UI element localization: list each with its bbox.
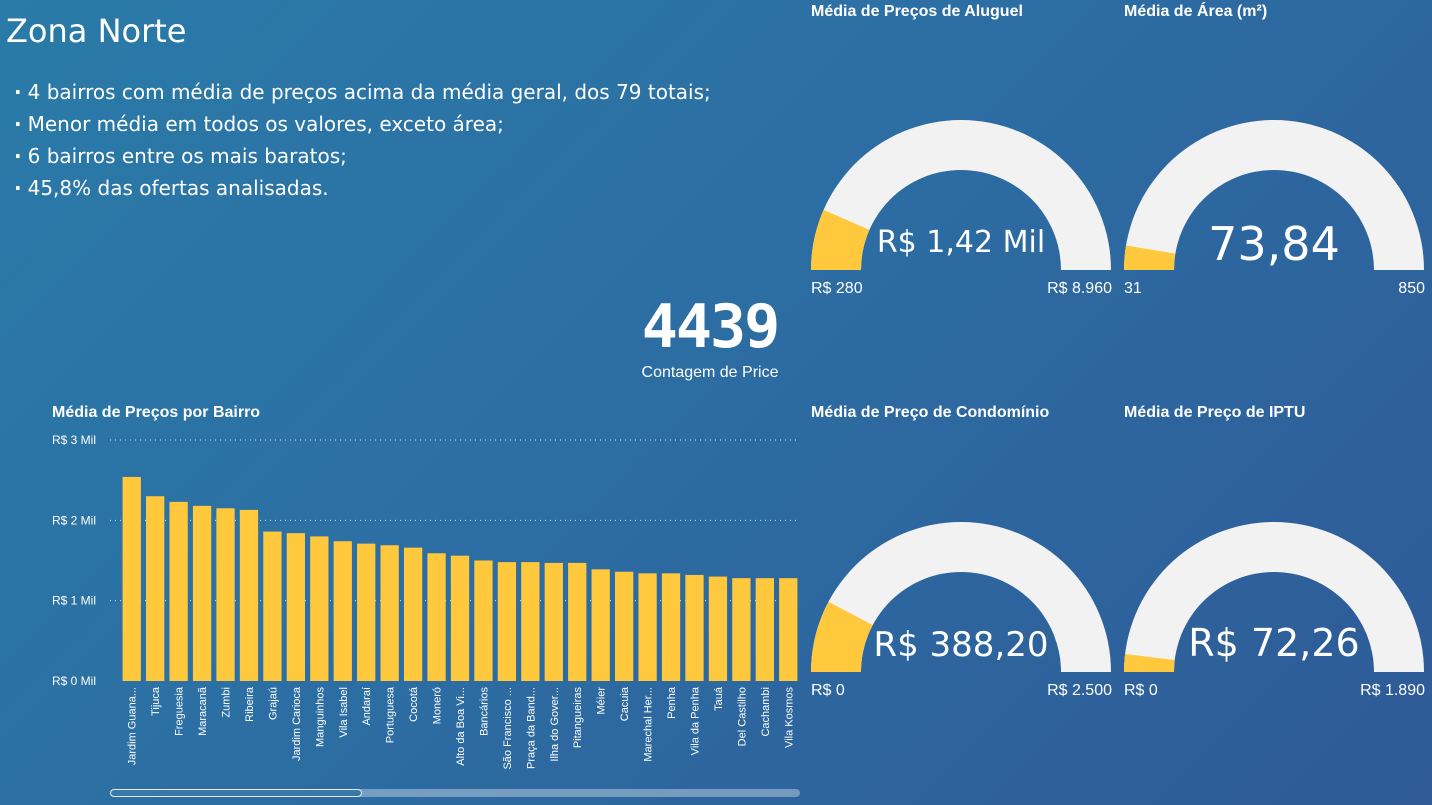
horizontal-scrollbar[interactable] <box>110 789 800 797</box>
x-tick-label: Tijuca <box>150 686 162 716</box>
gauge-max-label: R$ 2.500 <box>1047 682 1112 699</box>
y-tick-label: R$ 2 Mil <box>52 513 96 527</box>
bar[interactable] <box>755 578 774 681</box>
gauge-value: R$ 72,26 <box>1188 621 1359 665</box>
bar[interactable] <box>192 505 212 681</box>
x-tick-label: Grajaú <box>267 687 279 720</box>
x-tick-label: Cocotá <box>408 686 420 722</box>
x-tick-label: Zumbi <box>221 687 233 718</box>
x-tick-label: Moneró <box>432 687 444 724</box>
x-tick-label: Jardim Carioca <box>291 686 303 761</box>
gauge-min-label: R$ 280 <box>811 280 863 297</box>
gauge-value: R$ 388,20 <box>873 625 1048 665</box>
bar[interactable] <box>122 476 141 681</box>
x-tick-label: Del Castilho <box>736 687 748 746</box>
bar[interactable] <box>450 555 470 681</box>
x-tick-label: São Francisco ... <box>502 687 514 770</box>
x-tick-label: Méier <box>596 687 608 715</box>
x-tick-label: Ilha do Gover... <box>549 687 561 762</box>
bar[interactable] <box>427 553 446 681</box>
bar[interactable] <box>661 573 681 681</box>
bar[interactable] <box>310 536 329 681</box>
gauge-value: R$ 1,42 Mil <box>877 225 1045 260</box>
bar[interactable] <box>521 562 540 681</box>
bar[interactable] <box>638 573 657 681</box>
gauge-value: 73,84 <box>1208 217 1340 271</box>
x-tick-label: Vila da Penha <box>689 686 701 755</box>
bar[interactable] <box>216 508 235 681</box>
gauge-fill <box>811 601 873 672</box>
x-tick-label: Andaraí <box>361 687 373 726</box>
bar[interactable] <box>403 547 423 681</box>
gauge-track <box>811 120 1111 270</box>
scrollbar-thumb[interactable] <box>110 789 362 797</box>
x-tick-label: Bancários <box>478 687 490 736</box>
bar-chart[interactable]: R$ 0 Mil R$ 1 Mil R$ 2 Mil R$ 3 Mil Jardim G… <box>0 0 810 800</box>
gauge-max-label: 850 <box>1398 280 1425 297</box>
bar[interactable] <box>544 562 563 681</box>
bar[interactable] <box>614 571 634 681</box>
bar[interactable] <box>708 576 728 681</box>
x-tick-label: Cacuia <box>619 686 631 721</box>
gauge-track <box>1124 522 1424 672</box>
x-tick-label: Maracanã <box>197 686 209 736</box>
bar[interactable] <box>474 560 493 682</box>
x-tick-label: Ribeira <box>244 686 256 722</box>
bar[interactable] <box>685 574 704 681</box>
gauge-fill <box>1124 654 1175 672</box>
gauge-rent-title: Média de Preços de Aluguel <box>811 3 1023 20</box>
x-tick-label: Alto da Boa Vi... <box>455 687 467 766</box>
y-tick-label: R$ 3 Mil <box>52 433 96 447</box>
gauge-min-label: R$ 0 <box>811 682 845 699</box>
bar[interactable] <box>286 533 306 681</box>
x-tick-label: Jardim Guana... <box>127 687 139 765</box>
gauge-fill <box>1124 245 1176 270</box>
gauge-min-label: 31 <box>1124 280 1142 297</box>
bar[interactable] <box>239 509 259 681</box>
bar[interactable] <box>380 545 399 681</box>
gauge-iptu-title: Média de Preço de IPTU <box>1124 404 1306 421</box>
x-tick-label: Tauá <box>713 686 725 711</box>
bar[interactable] <box>732 578 751 681</box>
bar[interactable] <box>263 531 282 681</box>
gauge-condo-title: Média de Preço de Condomínio <box>811 404 1050 421</box>
bar[interactable] <box>591 569 610 681</box>
gauge-max-label: R$ 1.890 <box>1360 682 1425 699</box>
x-tick-label: Vila Isabel <box>338 687 350 738</box>
x-tick-label: Penha <box>666 686 678 719</box>
x-tick-label: Cachambi <box>760 687 772 737</box>
x-tick-label: Pitangueiras <box>572 687 584 749</box>
bar[interactable] <box>779 578 798 681</box>
x-tick-label: Marechal Her... <box>643 687 655 762</box>
bar[interactable] <box>357 543 376 681</box>
x-tick-label: Freguesia <box>174 686 186 736</box>
gauge-fill <box>811 209 870 270</box>
bar[interactable] <box>333 541 352 681</box>
bar[interactable] <box>497 562 517 681</box>
x-tick-label: Vila Kosmos <box>783 687 795 748</box>
gauge-track <box>1124 120 1424 270</box>
gauge-min-label: R$ 0 <box>1124 682 1158 699</box>
x-tick-label: Praça da Band... <box>525 687 537 769</box>
gauge-area-title: Média de Área (m²) <box>1124 3 1268 20</box>
y-tick-label: R$ 1 Mil <box>52 594 96 608</box>
bar[interactable] <box>169 501 188 681</box>
gauge-max-label: R$ 8.960 <box>1047 280 1112 297</box>
gauge-track <box>811 522 1111 672</box>
bar[interactable] <box>146 496 165 681</box>
x-tick-label: Manguinhos <box>314 687 326 747</box>
x-tick-label: Portuguesa <box>385 686 397 743</box>
y-tick-label: R$ 0 Mil <box>52 674 96 688</box>
bar[interactable] <box>568 562 587 681</box>
